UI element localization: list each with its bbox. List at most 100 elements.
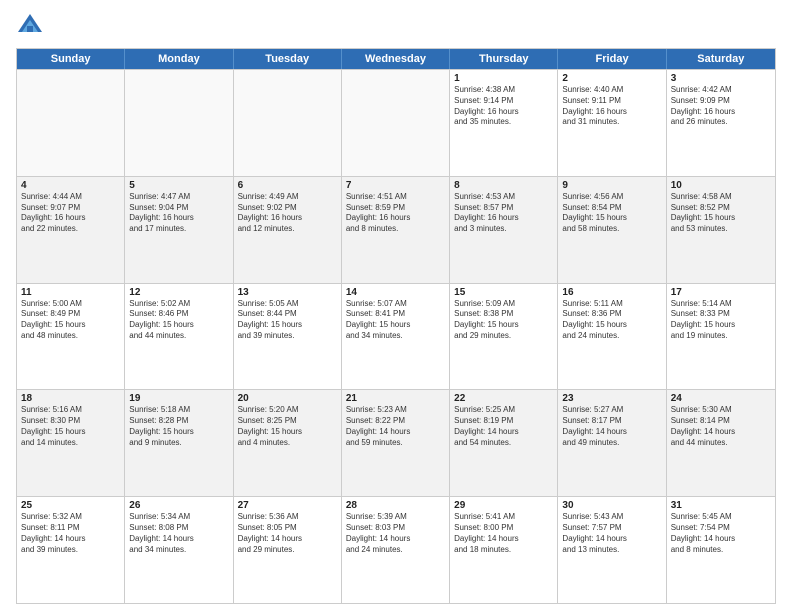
day-cell-12: 12Sunrise: 5:02 AMSunset: 8:46 PMDayligh… [125,284,233,390]
day-info-19: Sunrise: 5:18 AMSunset: 8:28 PMDaylight:… [129,405,228,448]
day-info-24: Sunrise: 5:30 AMSunset: 8:14 PMDaylight:… [671,405,771,448]
day-cell-6: 6Sunrise: 4:49 AMSunset: 9:02 PMDaylight… [234,177,342,283]
day-number-5: 5 [129,180,228,191]
day-cell-11: 11Sunrise: 5:00 AMSunset: 8:49 PMDayligh… [17,284,125,390]
calendar-row-1: 4Sunrise: 4:44 AMSunset: 9:07 PMDaylight… [17,176,775,283]
calendar: SundayMondayTuesdayWednesdayThursdayFrid… [16,48,776,604]
day-info-1: Sunrise: 4:38 AMSunset: 9:14 PMDaylight:… [454,85,553,128]
day-cell-30: 30Sunrise: 5:43 AMSunset: 7:57 PMDayligh… [558,497,666,603]
day-info-27: Sunrise: 5:36 AMSunset: 8:05 PMDaylight:… [238,512,337,555]
day-cell-20: 20Sunrise: 5:20 AMSunset: 8:25 PMDayligh… [234,390,342,496]
day-number-12: 12 [129,287,228,298]
header-monday: Monday [125,49,233,69]
day-cell-29: 29Sunrise: 5:41 AMSunset: 8:00 PMDayligh… [450,497,558,603]
day-number-3: 3 [671,73,771,84]
day-info-14: Sunrise: 5:07 AMSunset: 8:41 PMDaylight:… [346,299,445,342]
day-cell-28: 28Sunrise: 5:39 AMSunset: 8:03 PMDayligh… [342,497,450,603]
day-info-3: Sunrise: 4:42 AMSunset: 9:09 PMDaylight:… [671,85,771,128]
day-cell-23: 23Sunrise: 5:27 AMSunset: 8:17 PMDayligh… [558,390,666,496]
day-cell-17: 17Sunrise: 5:14 AMSunset: 8:33 PMDayligh… [667,284,775,390]
day-info-13: Sunrise: 5:05 AMSunset: 8:44 PMDaylight:… [238,299,337,342]
day-info-5: Sunrise: 4:47 AMSunset: 9:04 PMDaylight:… [129,192,228,235]
empty-cell [17,70,125,176]
day-number-29: 29 [454,500,553,511]
header-sunday: Sunday [17,49,125,69]
header-thursday: Thursday [450,49,558,69]
day-number-21: 21 [346,393,445,404]
day-number-18: 18 [21,393,120,404]
day-number-23: 23 [562,393,661,404]
day-cell-5: 5Sunrise: 4:47 AMSunset: 9:04 PMDaylight… [125,177,233,283]
day-cell-8: 8Sunrise: 4:53 AMSunset: 8:57 PMDaylight… [450,177,558,283]
day-info-21: Sunrise: 5:23 AMSunset: 8:22 PMDaylight:… [346,405,445,448]
day-info-30: Sunrise: 5:43 AMSunset: 7:57 PMDaylight:… [562,512,661,555]
day-info-22: Sunrise: 5:25 AMSunset: 8:19 PMDaylight:… [454,405,553,448]
day-number-22: 22 [454,393,553,404]
page: SundayMondayTuesdayWednesdayThursdayFrid… [0,0,792,612]
header-tuesday: Tuesday [234,49,342,69]
day-info-4: Sunrise: 4:44 AMSunset: 9:07 PMDaylight:… [21,192,120,235]
calendar-row-0: 1Sunrise: 4:38 AMSunset: 9:14 PMDaylight… [17,69,775,176]
day-cell-4: 4Sunrise: 4:44 AMSunset: 9:07 PMDaylight… [17,177,125,283]
day-info-2: Sunrise: 4:40 AMSunset: 9:11 PMDaylight:… [562,85,661,128]
day-cell-25: 25Sunrise: 5:32 AMSunset: 8:11 PMDayligh… [17,497,125,603]
empty-cell [234,70,342,176]
day-cell-16: 16Sunrise: 5:11 AMSunset: 8:36 PMDayligh… [558,284,666,390]
logo [16,12,48,40]
day-number-20: 20 [238,393,337,404]
day-number-15: 15 [454,287,553,298]
day-info-18: Sunrise: 5:16 AMSunset: 8:30 PMDaylight:… [21,405,120,448]
day-info-25: Sunrise: 5:32 AMSunset: 8:11 PMDaylight:… [21,512,120,555]
day-number-6: 6 [238,180,337,191]
day-info-8: Sunrise: 4:53 AMSunset: 8:57 PMDaylight:… [454,192,553,235]
day-number-30: 30 [562,500,661,511]
day-info-15: Sunrise: 5:09 AMSunset: 8:38 PMDaylight:… [454,299,553,342]
day-info-10: Sunrise: 4:58 AMSunset: 8:52 PMDaylight:… [671,192,771,235]
day-number-27: 27 [238,500,337,511]
day-number-8: 8 [454,180,553,191]
day-info-7: Sunrise: 4:51 AMSunset: 8:59 PMDaylight:… [346,192,445,235]
header [16,12,776,40]
calendar-header: SundayMondayTuesdayWednesdayThursdayFrid… [17,49,775,69]
calendar-row-3: 18Sunrise: 5:16 AMSunset: 8:30 PMDayligh… [17,389,775,496]
day-cell-3: 3Sunrise: 4:42 AMSunset: 9:09 PMDaylight… [667,70,775,176]
day-cell-9: 9Sunrise: 4:56 AMSunset: 8:54 PMDaylight… [558,177,666,283]
day-number-1: 1 [454,73,553,84]
day-number-19: 19 [129,393,228,404]
day-info-11: Sunrise: 5:00 AMSunset: 8:49 PMDaylight:… [21,299,120,342]
day-number-24: 24 [671,393,771,404]
day-cell-14: 14Sunrise: 5:07 AMSunset: 8:41 PMDayligh… [342,284,450,390]
day-info-9: Sunrise: 4:56 AMSunset: 8:54 PMDaylight:… [562,192,661,235]
day-number-13: 13 [238,287,337,298]
day-number-4: 4 [21,180,120,191]
day-number-14: 14 [346,287,445,298]
calendar-body: 1Sunrise: 4:38 AMSunset: 9:14 PMDaylight… [17,69,775,603]
day-info-12: Sunrise: 5:02 AMSunset: 8:46 PMDaylight:… [129,299,228,342]
day-number-17: 17 [671,287,771,298]
day-number-28: 28 [346,500,445,511]
day-number-26: 26 [129,500,228,511]
day-cell-18: 18Sunrise: 5:16 AMSunset: 8:30 PMDayligh… [17,390,125,496]
header-wednesday: Wednesday [342,49,450,69]
day-cell-10: 10Sunrise: 4:58 AMSunset: 8:52 PMDayligh… [667,177,775,283]
day-cell-24: 24Sunrise: 5:30 AMSunset: 8:14 PMDayligh… [667,390,775,496]
day-info-20: Sunrise: 5:20 AMSunset: 8:25 PMDaylight:… [238,405,337,448]
day-cell-31: 31Sunrise: 5:45 AMSunset: 7:54 PMDayligh… [667,497,775,603]
day-cell-1: 1Sunrise: 4:38 AMSunset: 9:14 PMDaylight… [450,70,558,176]
day-info-16: Sunrise: 5:11 AMSunset: 8:36 PMDaylight:… [562,299,661,342]
day-number-2: 2 [562,73,661,84]
day-number-11: 11 [21,287,120,298]
day-number-10: 10 [671,180,771,191]
day-info-31: Sunrise: 5:45 AMSunset: 7:54 PMDaylight:… [671,512,771,555]
day-cell-27: 27Sunrise: 5:36 AMSunset: 8:05 PMDayligh… [234,497,342,603]
day-number-9: 9 [562,180,661,191]
day-cell-21: 21Sunrise: 5:23 AMSunset: 8:22 PMDayligh… [342,390,450,496]
day-info-6: Sunrise: 4:49 AMSunset: 9:02 PMDaylight:… [238,192,337,235]
day-number-7: 7 [346,180,445,191]
day-number-25: 25 [21,500,120,511]
day-cell-19: 19Sunrise: 5:18 AMSunset: 8:28 PMDayligh… [125,390,233,496]
day-number-16: 16 [562,287,661,298]
day-cell-22: 22Sunrise: 5:25 AMSunset: 8:19 PMDayligh… [450,390,558,496]
day-info-17: Sunrise: 5:14 AMSunset: 8:33 PMDaylight:… [671,299,771,342]
logo-icon [16,12,44,40]
